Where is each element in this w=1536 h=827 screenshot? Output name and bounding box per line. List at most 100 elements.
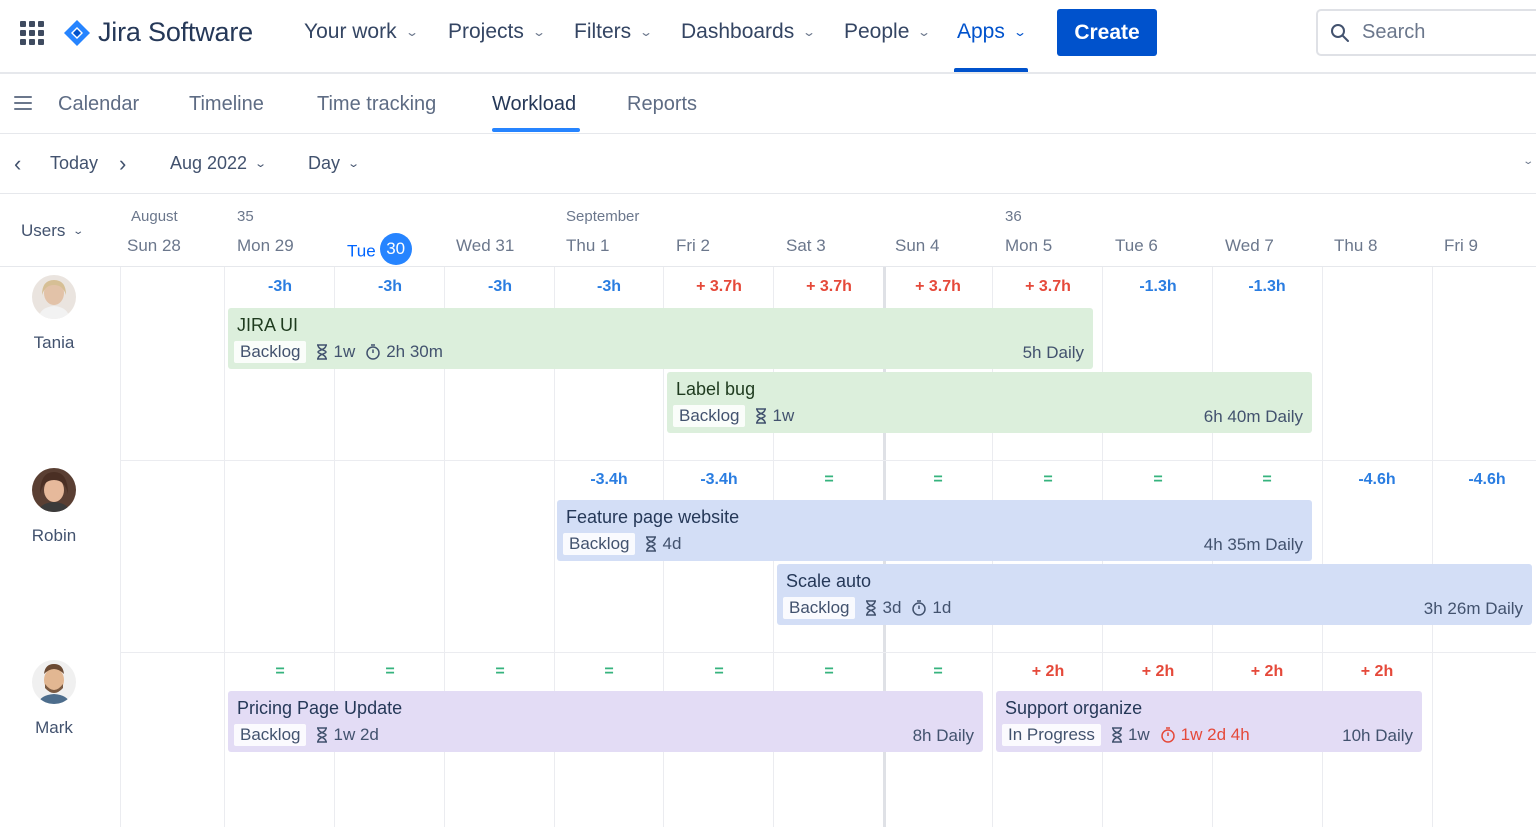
active-nav-indicator — [954, 68, 1028, 72]
user-name: Mark — [35, 718, 73, 737]
task-bar[interactable]: Pricing Page Update Backlog 1w 2d 8h Dai… — [228, 691, 983, 752]
month-label: September — [566, 208, 640, 225]
status-badge: Backlog — [234, 341, 307, 363]
nav-projects[interactable]: Projects ⌄ — [448, 20, 546, 44]
users-dropdown[interactable]: Users ⌄ — [21, 221, 84, 241]
day-header: Fri 9 — [1444, 236, 1478, 255]
logged-value: 1d — [932, 598, 952, 617]
date-toolbar: ‹ Today › Aug 2022 ⌄ Day ⌄ ⌄ — [0, 134, 1536, 194]
estimate-value: 4d — [662, 534, 682, 553]
capacity-value: + 2h — [1031, 663, 1065, 680]
next-arrow-icon[interactable]: › — [119, 151, 126, 177]
grid-line — [224, 267, 225, 827]
tab-time-tracking[interactable]: Time tracking — [317, 93, 436, 116]
capacity-value: = — [714, 663, 724, 680]
task-bar[interactable]: Feature page website Backlog 4d 4h 35m D… — [557, 500, 1312, 561]
avatar — [32, 275, 76, 319]
nav-people[interactable]: People ⌄ — [844, 20, 931, 44]
search-input[interactable] — [1362, 21, 1522, 44]
today-date-badge: 30 — [379, 233, 412, 265]
capacity-value: -3h — [268, 278, 292, 295]
logged-value: 2h 30m — [386, 342, 443, 361]
month-label: August — [131, 208, 178, 225]
chevron-down-icon: ⌄ — [639, 25, 654, 39]
status-badge: In Progress — [1002, 724, 1101, 746]
capacity-value: = — [495, 663, 505, 680]
grid-line — [120, 267, 121, 827]
capacity-value: -3.4h — [590, 471, 628, 488]
estimate-value: 1w — [772, 406, 795, 425]
capacity-value: + 2h — [1360, 663, 1394, 680]
capacity-value: = — [824, 663, 834, 680]
day-header: Wed 7 — [1225, 236, 1274, 255]
search-box[interactable] — [1316, 9, 1536, 56]
previous-arrow-icon[interactable]: ‹ — [14, 151, 21, 177]
nav-your-work[interactable]: Your work ⌄ — [304, 20, 419, 44]
capacity-value: -3.4h — [700, 471, 738, 488]
search-icon — [1331, 23, 1349, 42]
capacity-value: + 2h — [1141, 663, 1175, 680]
task-title: Label bug — [676, 379, 756, 399]
capacity-value: = — [933, 471, 943, 488]
capacity-value: -1.3h — [1248, 278, 1286, 295]
tab-workload[interactable]: Workload — [492, 93, 576, 116]
estimate-value: 1w — [1127, 725, 1150, 744]
capacity-value: -1.3h — [1139, 278, 1177, 295]
task-meta: In Progress 1w 1w 2d 4h — [1002, 724, 1250, 746]
day-header: Fri 2 — [676, 236, 710, 255]
nav-dashboards[interactable]: Dashboards ⌄ — [681, 20, 816, 44]
avatar — [32, 468, 76, 512]
day-header-today: Tue 30 — [347, 233, 412, 268]
capacity-value: = — [933, 663, 943, 680]
day-header: Wed 31 — [456, 236, 515, 255]
avatar — [32, 660, 76, 704]
capacity-value: = — [1043, 471, 1053, 488]
day-header: Tue 6 — [1115, 236, 1158, 255]
jira-logo[interactable]: Jira Software — [62, 17, 253, 48]
user-row-tania[interactable]: Tania — [0, 275, 108, 353]
menu-icon[interactable] — [14, 96, 32, 110]
day-header: Sat 3 — [786, 236, 826, 255]
capacity-value: + 3.7h — [915, 278, 961, 295]
chevron-down-icon: ⌄ — [531, 25, 546, 39]
hourglass-icon — [645, 536, 657, 552]
hourglass-icon — [865, 600, 877, 616]
daily-rate: 5h Daily — [1022, 343, 1084, 362]
task-meta: Backlog 3d 1d — [783, 597, 951, 619]
task-bar[interactable]: Support organize In Progress 1w 1w 2d 4h… — [996, 691, 1422, 752]
header-divider — [0, 266, 1536, 267]
app-switcher-icon[interactable] — [20, 21, 44, 45]
nav-label: People — [844, 20, 910, 43]
chevron-down-icon: ⌄ — [404, 25, 419, 39]
capacity-value: -3h — [378, 278, 402, 295]
task-title: Feature page website — [566, 507, 740, 527]
create-button[interactable]: Create — [1057, 9, 1157, 56]
capacity-value: = — [385, 663, 395, 680]
user-row-robin[interactable]: Robin — [0, 468, 108, 546]
nav-filters[interactable]: Filters ⌄ — [574, 20, 654, 44]
day-header: Mon 29 — [237, 236, 294, 255]
capacity-value: = — [1262, 471, 1272, 488]
user-row-mark[interactable]: Mark — [0, 660, 108, 738]
today-button[interactable]: Today — [50, 153, 98, 174]
jira-diamond-icon — [64, 19, 90, 46]
capacity-value: -4.6h — [1358, 471, 1396, 488]
capacity-value: + 2h — [1250, 663, 1284, 680]
task-title: Scale auto — [786, 571, 872, 591]
task-bar[interactable]: JIRA UI Backlog 1w 2h 30m 5h Daily — [228, 308, 1093, 369]
nav-apps[interactable]: Apps ⌄ — [957, 20, 1027, 44]
capacity-value: = — [604, 663, 614, 680]
capacity-value: + 3.7h — [1025, 278, 1071, 295]
scale-dropdown[interactable]: Day ⌄ — [308, 153, 360, 174]
tab-timeline[interactable]: Timeline — [189, 93, 264, 116]
task-title: Support organize — [1005, 698, 1143, 718]
tab-reports[interactable]: Reports — [627, 93, 697, 116]
capacity-value: + 3.7h — [806, 278, 852, 295]
chevron-down-icon[interactable]: ⌄ — [1522, 156, 1534, 167]
task-bar[interactable]: Label bug Backlog 1w 6h 40m Daily — [667, 372, 1312, 433]
active-tab-indicator — [492, 128, 580, 132]
period-dropdown[interactable]: Aug 2022 ⌄ — [170, 153, 267, 174]
task-meta: Backlog 1w — [673, 405, 794, 427]
tab-calendar[interactable]: Calendar — [58, 93, 139, 116]
task-bar[interactable]: Scale auto Backlog 3d 1d 3h 26m Daily — [777, 564, 1532, 625]
